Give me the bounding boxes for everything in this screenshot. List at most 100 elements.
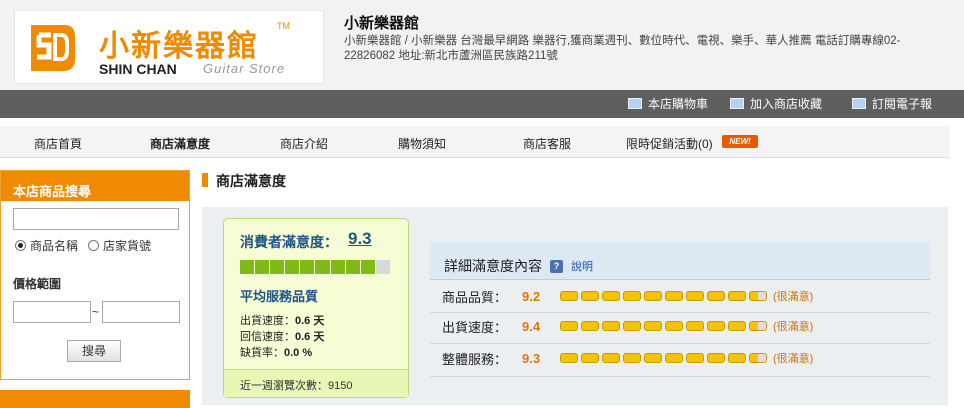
rating-dots xyxy=(560,321,767,331)
ship-speed-line: 出貨速度：0.6 天 xyxy=(240,312,324,328)
rating-dot-icon xyxy=(707,353,725,363)
rating-dot-icon xyxy=(728,321,746,331)
top-bar: 本店購物車 加入商店收藏 訂閱電子報 xyxy=(0,90,964,118)
search-input[interactable] xyxy=(13,208,179,230)
detail-row-label: 商品品質： xyxy=(442,289,508,305)
cart-link[interactable]: 本店購物車 xyxy=(628,95,708,112)
score-bar-segment xyxy=(330,260,345,274)
title-marker xyxy=(202,173,208,187)
rating-dot-icon xyxy=(602,353,620,363)
reply-speed-line: 回信速度：0.6 天 xyxy=(240,328,324,344)
shop-logo[interactable]: 小新樂器館 TM SHIN CHAN Guitar Store xyxy=(14,10,324,84)
score-bar-segment xyxy=(360,260,375,274)
rating-dot-icon xyxy=(749,291,767,301)
detail-row-score: 9.4 xyxy=(522,318,541,334)
detail-row-score: 9.3 xyxy=(522,350,541,366)
price-min-input[interactable] xyxy=(13,301,91,323)
stockout-label: 缺貨率： xyxy=(240,347,284,359)
ship-speed-label: 出貨速度： xyxy=(240,315,295,327)
rating-dot-icon xyxy=(749,353,767,363)
rating-dot-icon xyxy=(728,291,746,301)
logo-trademark: TM xyxy=(277,21,290,31)
sidebar-search-panel: 本店商品搜尋 商品名稱 店家貨號 價格範圍 ~ 搜尋 xyxy=(0,170,190,380)
rating-dot-icon xyxy=(581,353,599,363)
help-link[interactable]: 說明 xyxy=(571,258,593,274)
rating-dot-icon xyxy=(665,321,683,331)
rating-dot-icon xyxy=(665,291,683,301)
consumer-score-box: 消費者滿意度： 9.3 平均服務品質 出貨速度：0.6 天 回信速度：0.6 天… xyxy=(223,218,409,398)
shop-title: 小新樂器館 xyxy=(344,15,420,32)
tab-flash-sale[interactable]: 限時促銷活動(0) xyxy=(626,135,713,152)
score-bar-segment xyxy=(240,260,255,274)
price-range-separator: ~ xyxy=(92,305,100,319)
weekly-views-label: 近一週瀏覽次數： xyxy=(240,380,328,392)
rating-dot-icon xyxy=(560,291,578,301)
radio-product-name[interactable] xyxy=(15,240,26,251)
score-bar-segment xyxy=(315,260,330,274)
radio-store-code[interactable] xyxy=(88,240,100,251)
price-range-label: 價格範圍 xyxy=(13,277,62,291)
logo-subtitle: Guitar Store xyxy=(203,61,286,76)
detail-row-score: 9.2 xyxy=(522,288,541,304)
score-bar-segment xyxy=(345,260,360,274)
rating-dots xyxy=(560,353,767,363)
stockout-line: 缺貨率：0.0 % xyxy=(240,344,312,360)
detail-title: 詳細滿意度內容 xyxy=(444,258,542,274)
tab-satisfaction[interactable]: 商店滿意度 xyxy=(150,135,210,152)
subscribe-link[interactable]: 訂閱電子報 xyxy=(852,95,932,112)
tab-shopping-notes[interactable]: 購物須知 xyxy=(398,135,446,152)
logo-english-name: SHIN CHAN xyxy=(99,61,177,77)
help-icon[interactable]: ? xyxy=(550,259,563,273)
row-divider xyxy=(430,312,930,313)
rating-dot-icon xyxy=(707,291,725,301)
add-favorite-link[interactable]: 加入商店收藏 xyxy=(730,95,822,112)
detail-row-label: 出貨速度： xyxy=(442,319,508,335)
sidebar-second-panel xyxy=(0,390,190,408)
reply-speed-value: 0.6 天 xyxy=(295,331,325,343)
detail-row-note: (很滿意) xyxy=(773,321,814,333)
rating-dot-icon xyxy=(686,291,704,301)
detail-row-shipping: 出貨速度： 9.4 (很滿意) xyxy=(442,314,813,338)
weekly-views: 近一週瀏覽次數：9150 xyxy=(224,369,408,397)
rating-dot-icon xyxy=(581,291,599,301)
radio-store-code-label: 店家貨號 xyxy=(103,239,152,253)
rating-dot-icon xyxy=(749,321,767,331)
score-bar-segment xyxy=(270,260,285,274)
page-title: 商店滿意度 xyxy=(216,173,286,189)
row-divider xyxy=(430,376,930,377)
search-button[interactable]: 搜尋 xyxy=(67,340,121,362)
detail-row-quality: 商品品質： 9.2 (很滿意) xyxy=(442,284,813,308)
rating-dot-icon xyxy=(623,291,641,301)
detail-row-label: 整體服務： xyxy=(442,351,508,367)
consumer-score-value[interactable]: 9.3 xyxy=(348,229,372,249)
detail-satisfaction: 詳細滿意度內容 ? 說明 商品品質： 9.2 (很滿意) 出貨速度： 9.4 (… xyxy=(430,242,930,380)
rating-dot-icon xyxy=(560,321,578,331)
shop-header: 小新樂器館 TM SHIN CHAN Guitar Store 小新樂器館 小新… xyxy=(0,0,964,90)
price-max-input[interactable] xyxy=(102,301,180,323)
add-store-icon xyxy=(730,98,744,109)
stockout-value: 0.0 % xyxy=(284,347,313,359)
logo-chinese-name: 小新樂器館 xyxy=(99,29,259,64)
detail-header: 詳細滿意度內容 ? 說明 xyxy=(430,242,930,280)
shop-description: 小新樂器館 / 小新樂器 台灣最早網路 樂器行,獲商業週刊、數位時代、電視、樂手… xyxy=(344,35,901,62)
rating-dot-icon xyxy=(581,321,599,331)
score-bar-segment xyxy=(255,260,270,274)
guitar-logo-icon xyxy=(31,25,75,71)
consumer-score-label: 消費者滿意度： xyxy=(240,234,338,250)
rating-dot-icon xyxy=(686,353,704,363)
tab-customer-service[interactable]: 商店客服 xyxy=(523,135,571,152)
cart-link-label: 本店購物車 xyxy=(648,97,709,111)
rating-dot-icon xyxy=(644,291,662,301)
detail-row-note: (很滿意) xyxy=(773,291,814,303)
score-bar-segment xyxy=(375,260,390,274)
score-bar-segment xyxy=(300,260,315,274)
ship-speed-value: 0.6 天 xyxy=(295,315,325,327)
tab-store-home[interactable]: 商店首頁 xyxy=(34,135,82,152)
cart-icon xyxy=(628,98,642,109)
consumer-score-bar xyxy=(240,260,390,274)
rating-dot-icon xyxy=(560,353,578,363)
rating-dot-icon xyxy=(707,321,725,331)
rating-dots xyxy=(560,291,767,301)
tab-store-intro[interactable]: 商店介紹 xyxy=(280,135,328,152)
add-favorite-label: 加入商店收藏 xyxy=(750,97,823,111)
